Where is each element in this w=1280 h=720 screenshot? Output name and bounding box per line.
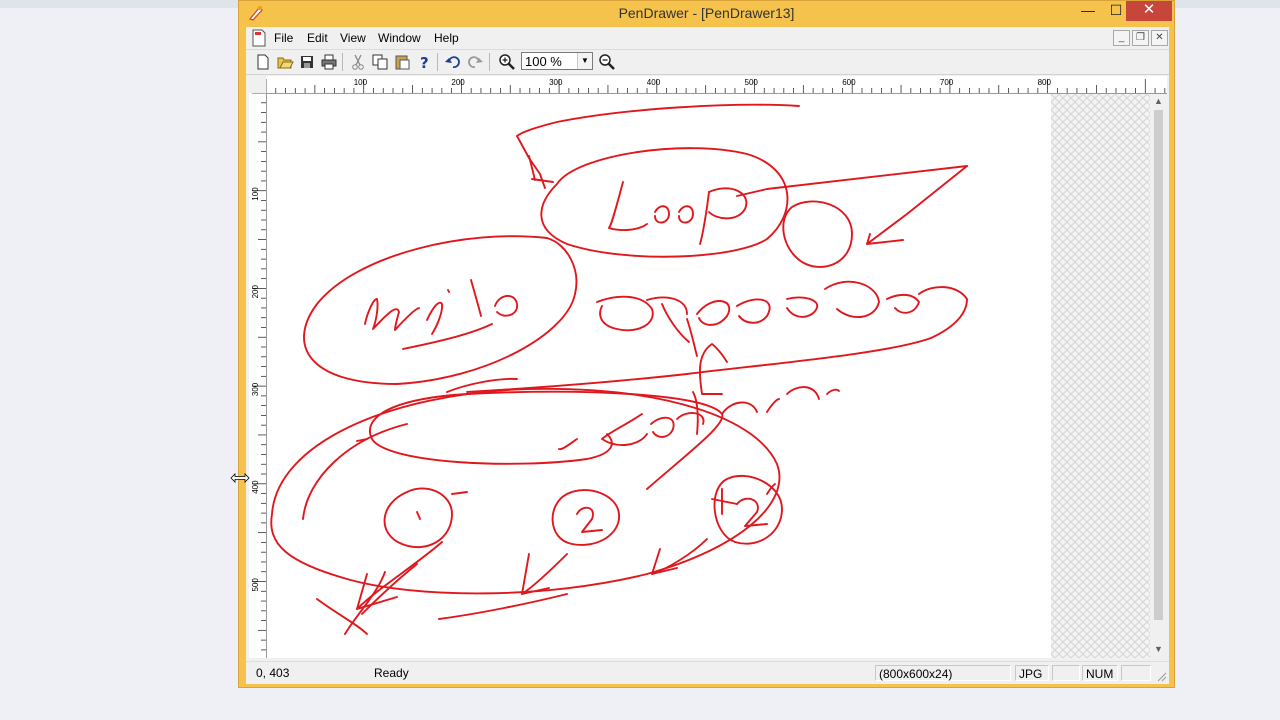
ruler-label: 700 [940, 78, 954, 87]
zoom-combobox[interactable]: 100 % ▼ [521, 52, 593, 70]
ruler-corner [249, 76, 266, 93]
ruler-label: 500 [251, 578, 260, 592]
menu-help[interactable]: Help [434, 31, 459, 45]
zoom-value: 100 % [525, 54, 562, 69]
svg-text:?: ? [420, 54, 429, 71]
ruler-label: 100 [354, 78, 368, 87]
chevron-down-icon[interactable]: ▼ [577, 53, 592, 69]
status-scroll-pane [1121, 665, 1151, 681]
menu-bar: File Edit View Window Help _ ❐ ✕ [246, 27, 1169, 50]
ruler-label: 500 [745, 78, 759, 87]
document-icon[interactable] [251, 29, 267, 47]
vertical-ruler: 100 200 300 400 500 [249, 93, 267, 658]
canvas-outside-area [1051, 94, 1150, 658]
vertical-scrollbar[interactable]: ▲ ▼ [1150, 94, 1167, 658]
zoom-out-icon[interactable] [598, 53, 616, 71]
status-coords: 0, 403 [256, 666, 290, 680]
ruler-label: 200 [251, 285, 260, 299]
save-icon[interactable] [298, 53, 316, 71]
print-icon[interactable] [320, 53, 338, 71]
status-message: Ready [374, 666, 409, 680]
app-window: PenDrawer - [PenDrawer13] — ☐ ✕ File Edi… [238, 0, 1175, 688]
redo-icon[interactable] [466, 53, 484, 71]
status-format: JPG [1015, 665, 1049, 681]
menu-view[interactable]: View [340, 31, 366, 45]
status-bar: 0, 403 Ready (800x600x24) JPG NUM [246, 661, 1169, 684]
horizontal-ruler: 100 200 300 400 500 600 700 800 [266, 76, 1167, 94]
child-restore-button[interactable]: ❐ [1132, 30, 1149, 46]
toolbar-separator [437, 53, 438, 71]
ruler-label: 200 [451, 78, 465, 87]
ruler-label: 300 [251, 382, 260, 396]
child-close-button[interactable]: ✕ [1151, 30, 1168, 46]
menu-file[interactable]: File [274, 31, 293, 45]
ruler-label: 600 [842, 78, 856, 87]
client-area: File Edit View Window Help _ ❐ ✕ ? 100 %… [246, 27, 1169, 684]
drawing-view[interactable]: ▲ ▼ [267, 94, 1167, 658]
undo-icon[interactable] [444, 53, 462, 71]
ruler-label: 800 [1038, 78, 1052, 87]
status-empty-pane [1052, 665, 1080, 681]
ruler-label: 100 [251, 187, 260, 201]
status-num: NUM [1082, 665, 1118, 681]
copy-icon[interactable] [371, 53, 389, 71]
menu-window[interactable]: Window [378, 31, 421, 45]
open-icon[interactable] [276, 53, 294, 71]
toolbar-separator [489, 53, 490, 71]
ruler-label: 300 [549, 78, 563, 87]
drawing-canvas[interactable] [267, 94, 1051, 658]
scroll-thumb[interactable] [1154, 110, 1163, 620]
scroll-up-icon[interactable]: ▲ [1150, 94, 1167, 108]
ruler-label: 400 [251, 480, 260, 494]
menu-edit[interactable]: Edit [307, 31, 328, 45]
child-minimize-button[interactable]: _ [1113, 30, 1130, 46]
toolbar-separator [342, 53, 343, 71]
paste-icon[interactable] [393, 53, 411, 71]
minimize-button[interactable]: — [1074, 1, 1102, 21]
cut-icon[interactable] [349, 53, 367, 71]
resize-cursor-icon [230, 473, 250, 483]
ruler-label: 400 [647, 78, 661, 87]
zoom-in-icon[interactable] [498, 53, 516, 71]
status-image-info: (800x600x24) [875, 665, 1011, 681]
toolbar: ? 100 % ▼ [246, 50, 1169, 75]
close-button[interactable]: ✕ [1126, 1, 1172, 21]
scroll-down-icon[interactable]: ▼ [1150, 642, 1167, 656]
new-icon[interactable] [254, 53, 272, 71]
title-bar[interactable]: PenDrawer - [PenDrawer13] — ☐ ✕ [239, 1, 1174, 25]
window-title: PenDrawer - [PenDrawer13] [618, 5, 795, 21]
help-icon[interactable]: ? [415, 53, 433, 71]
resize-grip-icon[interactable] [1155, 670, 1167, 682]
